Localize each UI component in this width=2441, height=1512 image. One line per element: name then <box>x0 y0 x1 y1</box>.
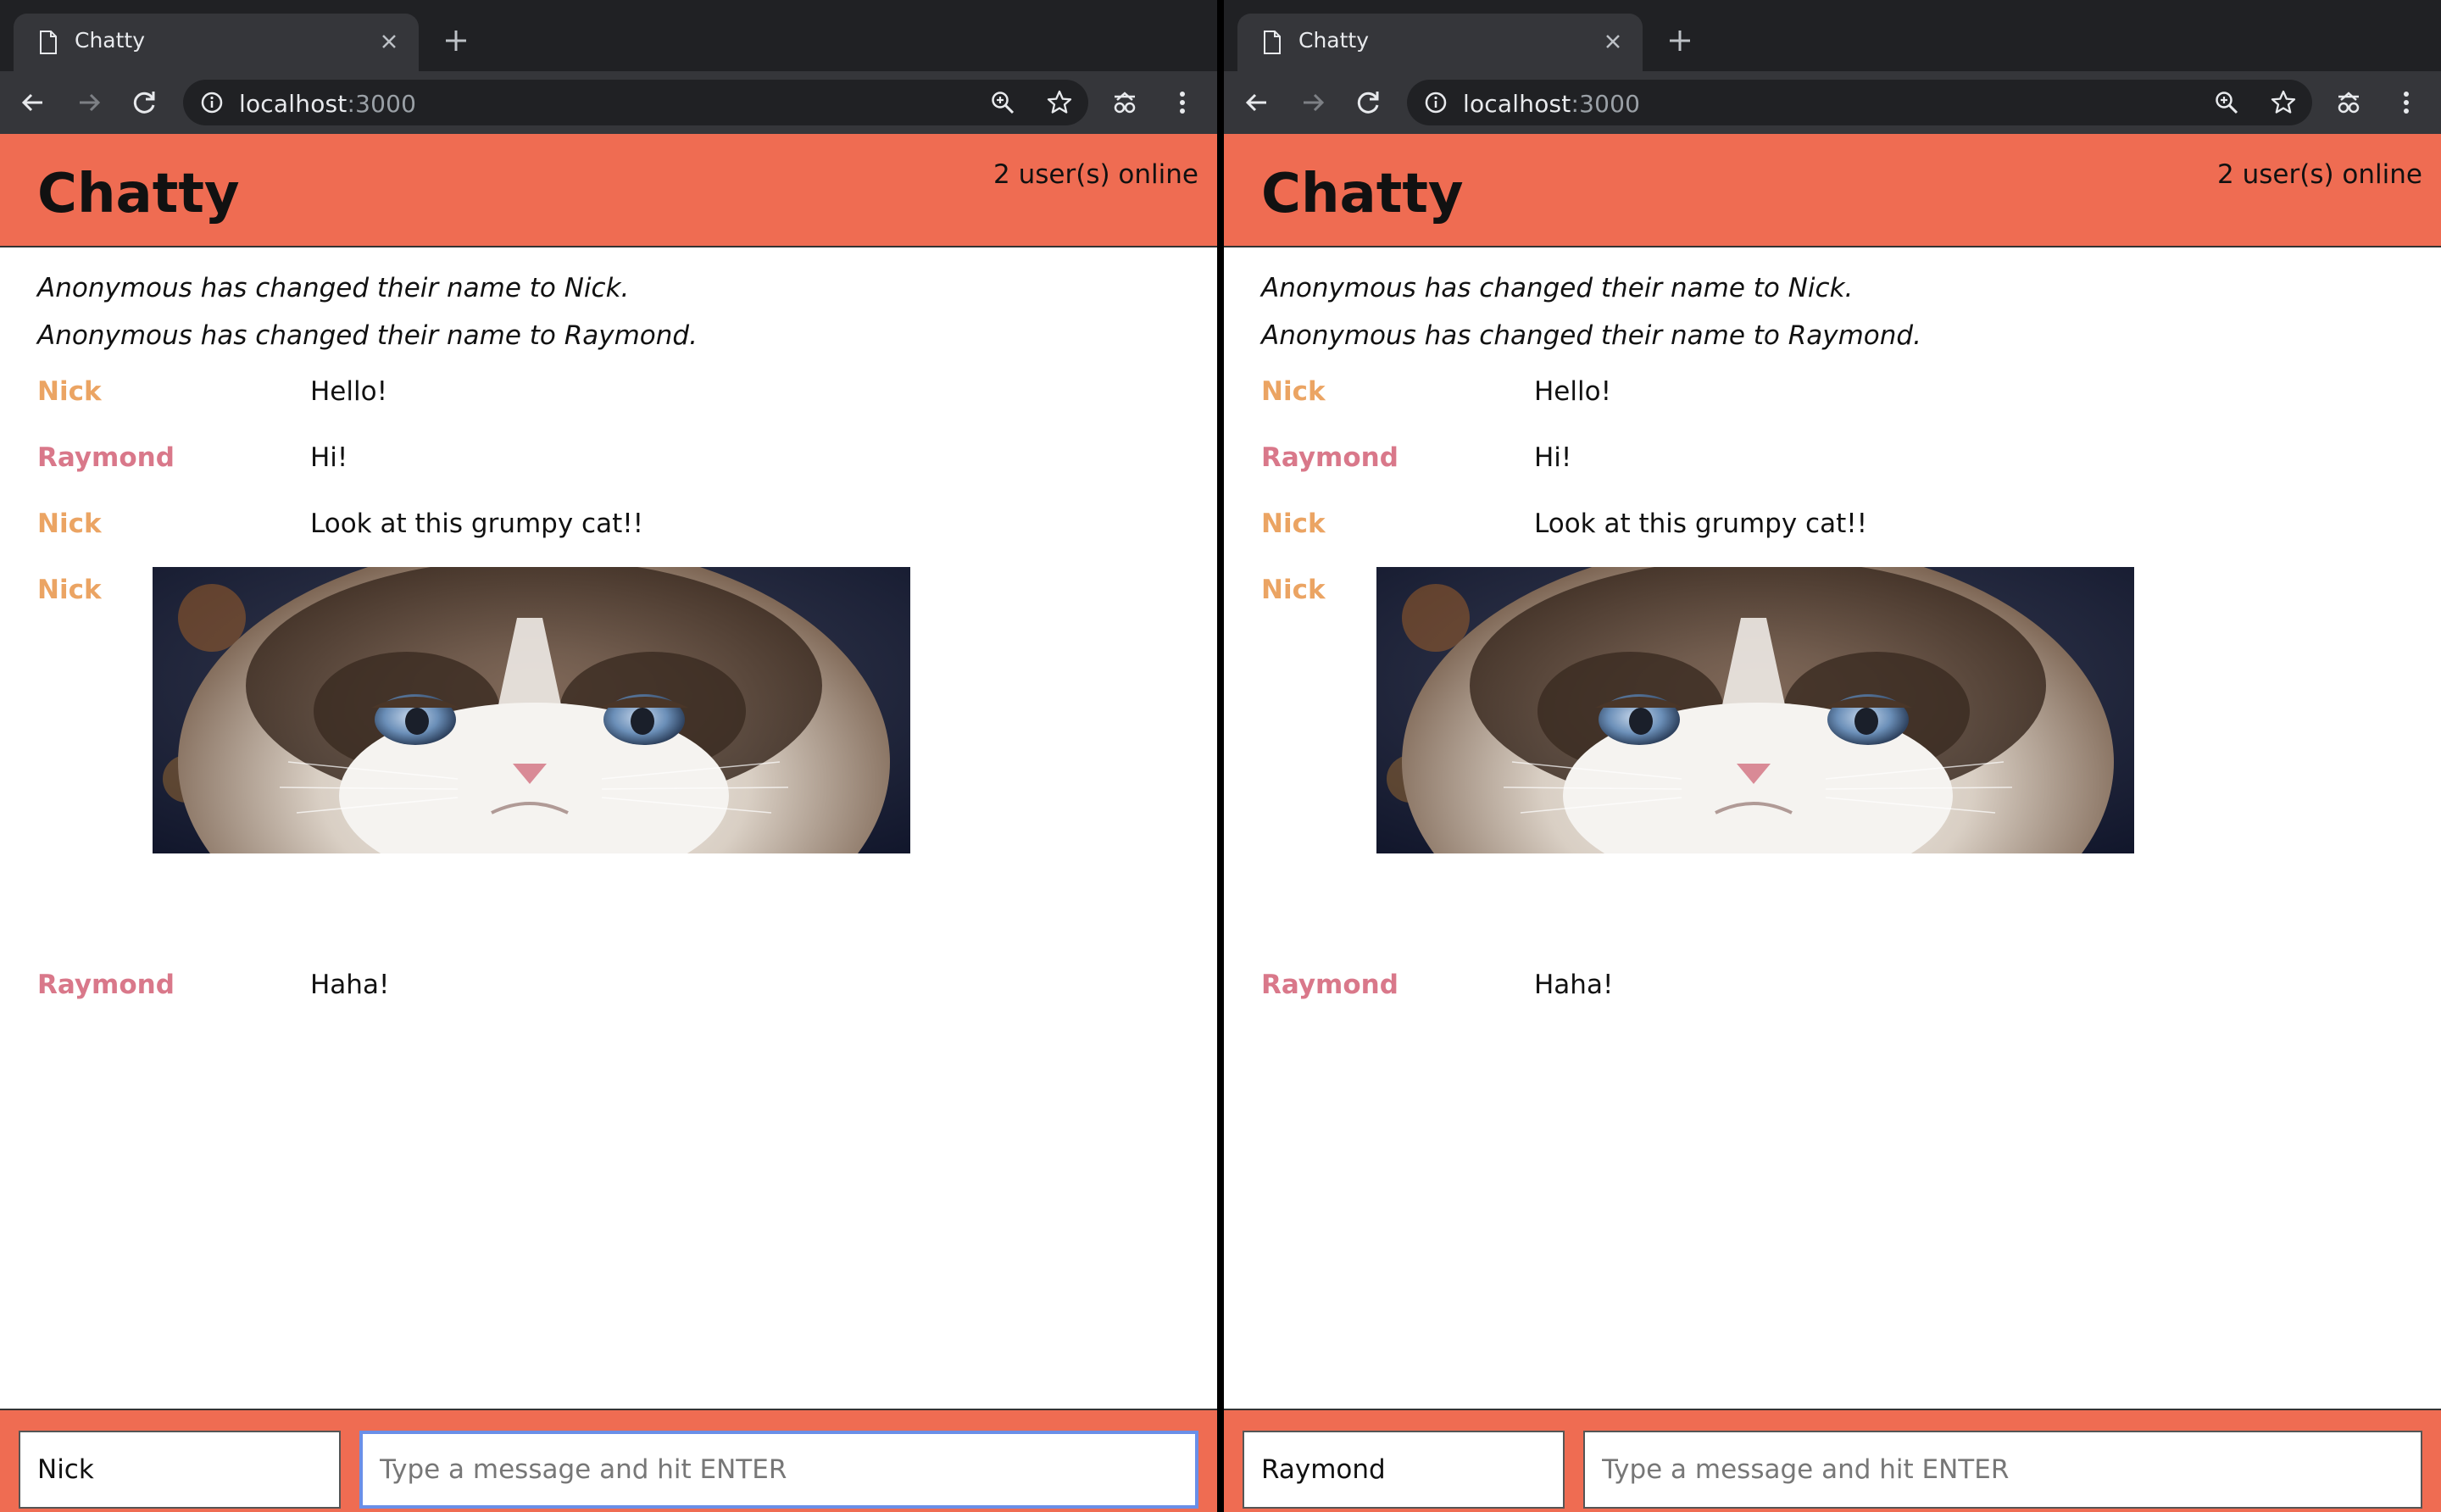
message-content: Haha! <box>310 970 390 1000</box>
message-username: Nick <box>37 509 102 539</box>
app-title: Chatty <box>37 163 240 225</box>
message-username: Raymond <box>37 442 175 473</box>
message-username: Raymond <box>1261 442 1398 473</box>
browser-window-left: Chatty localhost:3000 Chatty 2 user(s) o… <box>0 0 1217 1512</box>
url-host: localhost <box>1463 90 1571 118</box>
chat-bar <box>0 1409 1217 1512</box>
back-arrow-icon[interactable] <box>19 88 47 117</box>
message-username: Nick <box>1261 509 1326 539</box>
star-icon[interactable] <box>2270 89 2297 116</box>
message-content: Look at this grumpy cat!! <box>310 509 644 539</box>
screen: Chatty localhost:3000 Chatty 2 user(s) o… <box>0 0 2441 1512</box>
browser-toolbar: localhost:3000 <box>1224 71 2441 134</box>
address-bar[interactable]: localhost:3000 <box>1407 80 2312 125</box>
url-text: localhost:3000 <box>1463 90 1640 118</box>
message-list: Anonymous has changed their name to Nick… <box>0 247 1217 1426</box>
kebab-menu-icon[interactable] <box>1168 88 1197 117</box>
grumpy-cat-image <box>1376 567 2134 853</box>
star-icon[interactable] <box>1046 89 1073 116</box>
tab-title: Chatty <box>1298 28 1370 53</box>
username-input[interactable] <box>19 1431 341 1509</box>
tab-title: Chatty <box>75 28 146 53</box>
plus-icon[interactable] <box>442 27 470 54</box>
close-icon[interactable] <box>376 29 402 54</box>
message-username: Nick <box>1261 376 1326 407</box>
url-port: :3000 <box>1571 90 1641 118</box>
system-notification: Anonymous has changed their name to Raym… <box>37 320 698 351</box>
message-content: Hi! <box>1534 442 1572 473</box>
tab-strip: Chatty <box>1224 0 2441 71</box>
reload-icon[interactable] <box>1354 88 1383 117</box>
message-username: Nick <box>37 575 102 605</box>
chatty-app: Chatty 2 user(s) online Anonymous has ch… <box>0 134 1217 1512</box>
zoom-in-icon[interactable] <box>2214 90 2239 115</box>
reload-icon[interactable] <box>131 88 159 117</box>
url-port: :3000 <box>347 90 417 118</box>
browser-window-right: Chatty localhost:3000 Chatty 2 user(s) o… <box>1224 0 2441 1512</box>
system-notification: Anonymous has changed their name to Nick… <box>37 273 630 303</box>
message-username: Nick <box>1261 575 1326 605</box>
url-host: localhost <box>239 90 348 118</box>
document-icon <box>1264 31 1281 54</box>
chat-bar <box>1224 1409 2441 1512</box>
address-bar[interactable]: localhost:3000 <box>183 80 1088 125</box>
browser-tab[interactable]: Chatty <box>1237 14 1643 71</box>
extension-icon[interactable] <box>2334 88 2363 117</box>
info-icon[interactable] <box>1424 91 1448 114</box>
info-icon[interactable] <box>200 91 224 114</box>
message-username: Raymond <box>37 970 175 1000</box>
grumpy-cat-image <box>153 567 910 853</box>
online-count: 2 user(s) online <box>993 159 1198 190</box>
document-icon <box>40 31 57 54</box>
message-content: Look at this grumpy cat!! <box>1534 509 1868 539</box>
message-input[interactable] <box>359 1431 1198 1509</box>
zoom-in-icon[interactable] <box>990 90 1015 115</box>
message-content: Hi! <box>310 442 348 473</box>
system-notification: Anonymous has changed their name to Nick… <box>1261 273 1854 303</box>
browser-toolbar: localhost:3000 <box>0 71 1217 134</box>
app-header: Chatty 2 user(s) online <box>1224 134 2441 247</box>
username-input[interactable] <box>1243 1431 1565 1509</box>
url-text: localhost:3000 <box>239 90 416 118</box>
app-header: Chatty 2 user(s) online <box>0 134 1217 247</box>
forward-arrow-icon[interactable] <box>1298 88 1327 117</box>
forward-arrow-icon[interactable] <box>75 88 103 117</box>
plus-icon[interactable] <box>1666 27 1693 54</box>
close-icon[interactable] <box>1600 29 1626 54</box>
system-notification: Anonymous has changed their name to Raym… <box>1261 320 1921 351</box>
message-input[interactable] <box>1583 1431 2422 1509</box>
browser-tab[interactable]: Chatty <box>14 14 419 71</box>
chatty-app: Chatty 2 user(s) online Anonymous has ch… <box>1224 134 2441 1512</box>
message-list: Anonymous has changed their name to Nick… <box>1224 247 2441 1426</box>
message-content: Haha! <box>1534 970 1614 1000</box>
message-username: Nick <box>37 376 102 407</box>
message-content: Hello! <box>1534 376 1612 407</box>
message-username: Raymond <box>1261 970 1398 1000</box>
app-title: Chatty <box>1261 163 1464 225</box>
back-arrow-icon[interactable] <box>1243 88 1271 117</box>
extension-icon[interactable] <box>1110 88 1139 117</box>
kebab-menu-icon[interactable] <box>2392 88 2421 117</box>
online-count: 2 user(s) online <box>2217 159 2422 190</box>
tab-strip: Chatty <box>0 0 1217 71</box>
message-content: Hello! <box>310 376 388 407</box>
